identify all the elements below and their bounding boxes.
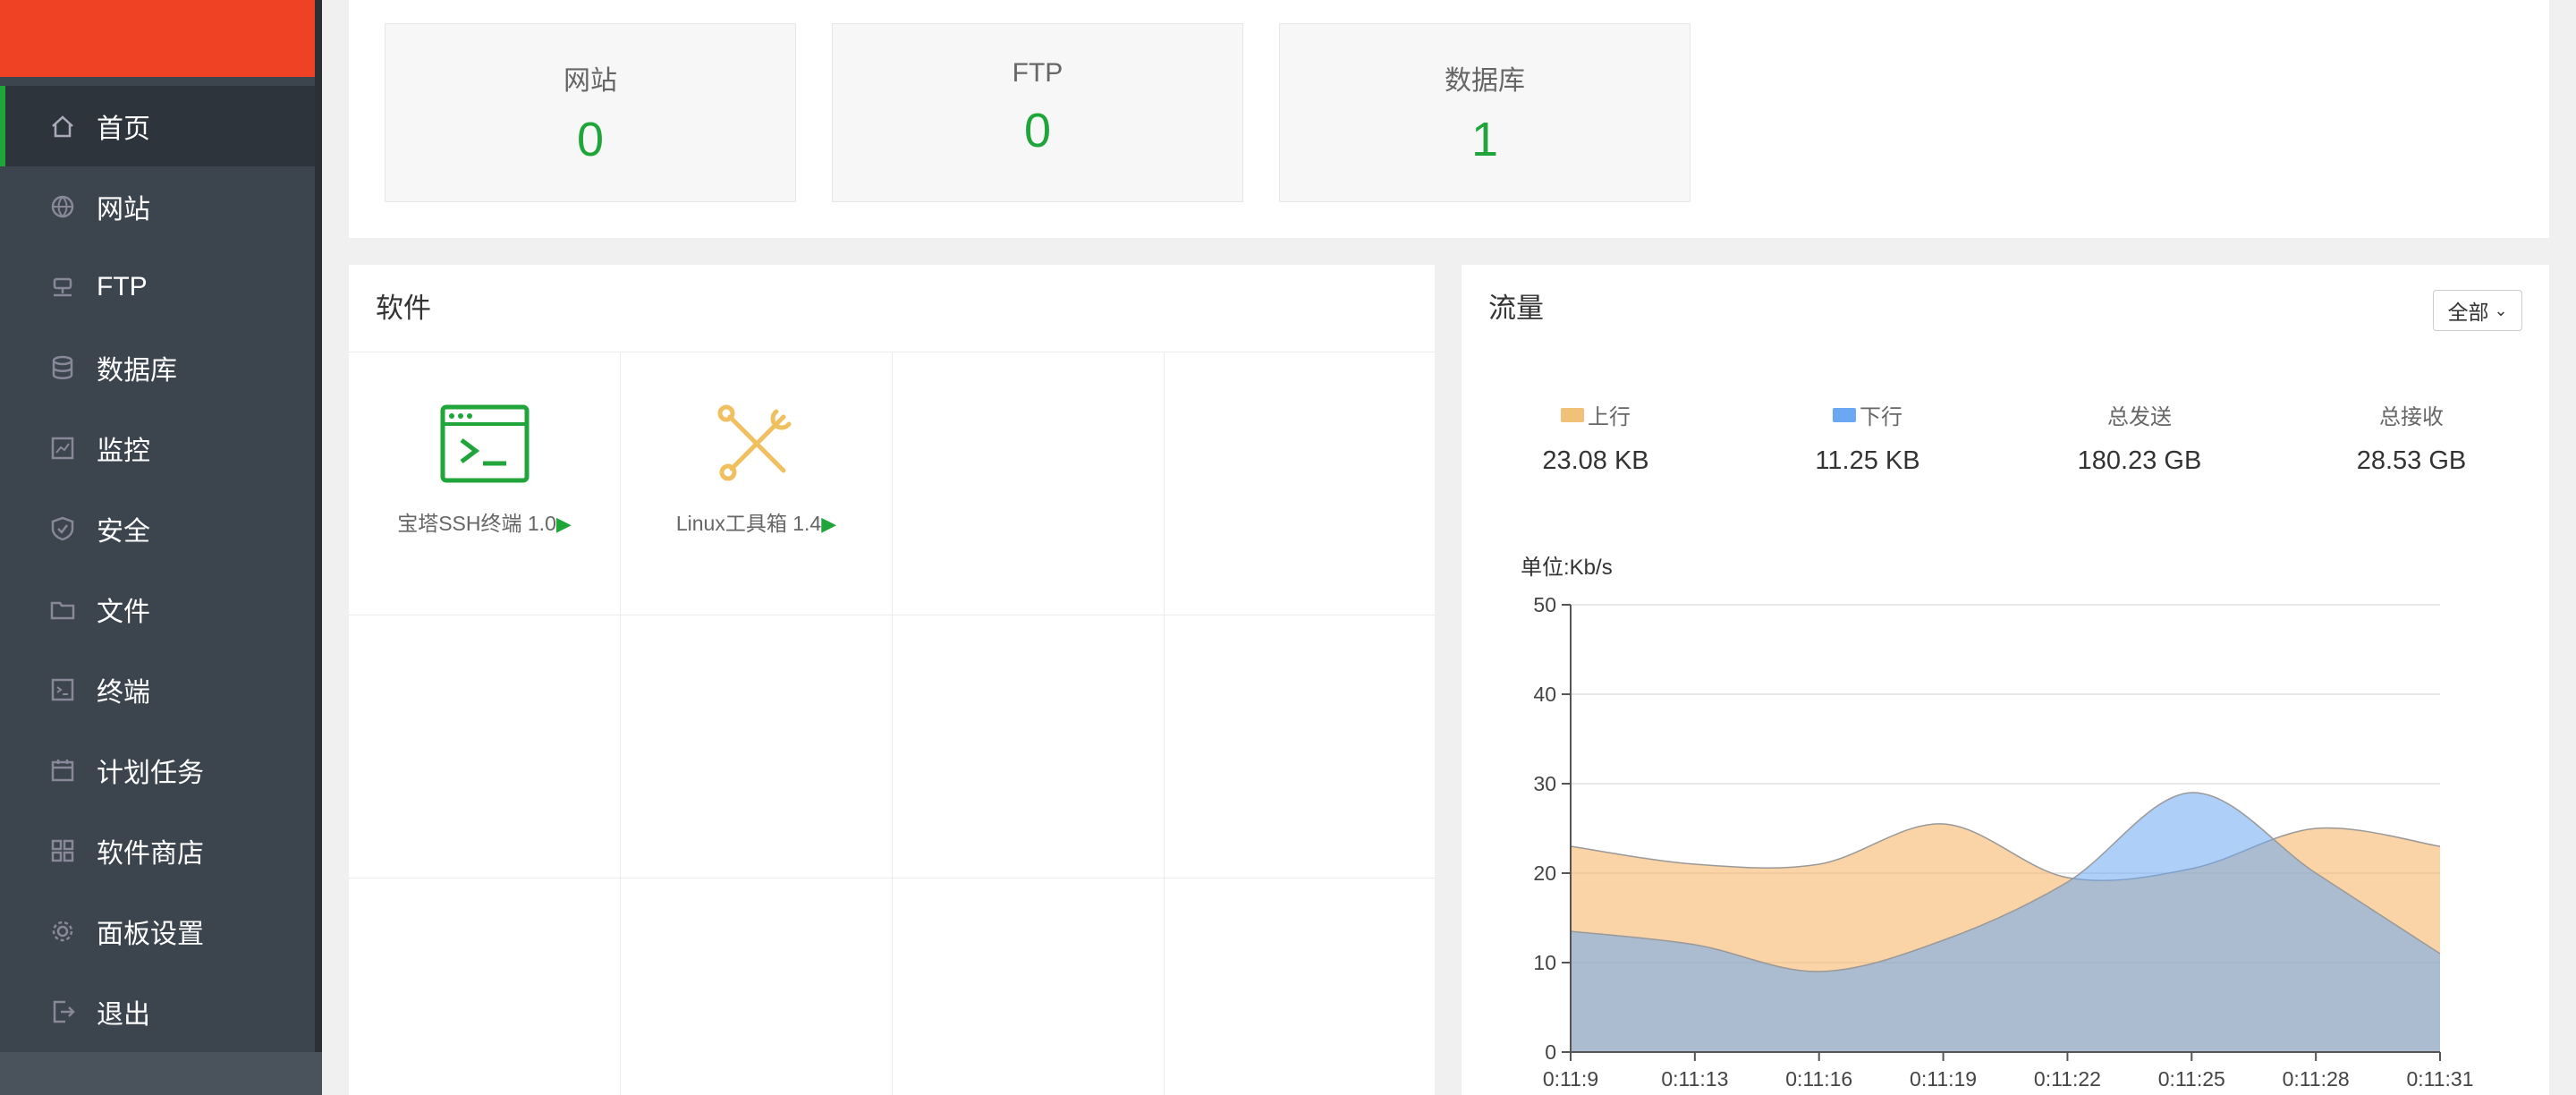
- x-tick-label: 0:11:13: [1661, 1067, 1728, 1091]
- sidebar: 首页网站 FTP 数据库监控安全文件终端计划任务软件商店面板设置退出: [0, 0, 322, 1095]
- stat-value: 1: [1470, 113, 1499, 166]
- x-tick-label: 0:11:31: [2406, 1067, 2473, 1091]
- apps-grid-icon: [47, 835, 79, 867]
- y-tick-label: 10: [1533, 951, 1556, 974]
- sidebar-item-label: 面板设置: [97, 920, 204, 949]
- sidebar-item-9[interactable]: 软件商店: [0, 811, 315, 891]
- terminal-icon: [47, 674, 79, 706]
- stat-card-websites[interactable]: 网站 0: [385, 23, 796, 202]
- stat-label: 数据库: [1445, 66, 1525, 96]
- sidebar-item-2[interactable]: FTP: [0, 247, 315, 327]
- sidebar-item-label: 终端: [97, 678, 150, 708]
- software-slot-empty: [1165, 879, 1435, 1095]
- software-name: Linux工具箱 1.4: [675, 512, 822, 535]
- play-icon[interactable]: ▶: [821, 513, 836, 535]
- sidebar-item-11[interactable]: 退出: [0, 972, 315, 1052]
- sidebar-item-label: 网站: [97, 195, 150, 225]
- sidebar-item-label: 退出: [97, 1000, 150, 1030]
- software-slot-empty: [893, 615, 1165, 879]
- software-slot-empty: [893, 352, 1165, 615]
- software-slot-empty: [1165, 615, 1435, 879]
- shield-icon: [47, 513, 79, 545]
- software-slot-empty: [621, 615, 893, 879]
- globe-icon: [47, 191, 79, 223]
- y-tick-label: 50: [1533, 593, 1556, 616]
- sidebar-item-label: 文件: [97, 598, 150, 627]
- software-item-label: 宝塔SSH终端 1.0▶: [349, 506, 620, 537]
- sidebar-item-8[interactable]: 计划任务: [0, 730, 315, 811]
- stat-card-database[interactable]: 数据库 1: [1279, 23, 1690, 202]
- x-tick-label: 0:11:16: [1785, 1067, 1852, 1091]
- sidebar-item-10[interactable]: 面板设置: [0, 891, 315, 972]
- stat-card-ftp[interactable]: FTP 0: [832, 23, 1243, 202]
- sidebar-divider: [315, 0, 322, 1095]
- y-tick-label: 30: [1533, 772, 1556, 795]
- sidebar-item-3[interactable]: 数据库: [0, 327, 315, 408]
- software-slot-empty: [349, 615, 621, 879]
- software-name: 宝塔SSH终端 1.0: [397, 512, 556, 535]
- home-icon: [47, 110, 79, 142]
- sidebar-item-6[interactable]: 文件: [0, 569, 315, 649]
- sidebar-item-label: 软件商店: [97, 839, 204, 869]
- sidebar-item-label: 安全: [97, 517, 150, 547]
- y-tick-label: 40: [1533, 683, 1556, 706]
- stat-value: 0: [1023, 104, 1052, 157]
- terminal-app-icon: [440, 404, 530, 483]
- tools-icon: [712, 404, 801, 483]
- software-slot-empty: [1165, 352, 1435, 615]
- x-tick-label: 0:11:9: [1543, 1067, 1598, 1091]
- software-slot-empty: [893, 879, 1165, 1095]
- software-item-ssh-terminal[interactable]: 宝塔SSH终端 1.0▶: [349, 352, 621, 615]
- monitor-icon: [47, 432, 79, 464]
- calendar-icon: [47, 754, 79, 786]
- sidebar-item-label: FTP: [97, 272, 148, 301]
- software-slot-empty: [349, 879, 621, 1095]
- sidebar-item-label: 数据库: [97, 356, 177, 386]
- x-tick-label: 0:11:28: [2283, 1067, 2350, 1091]
- y-tick-label: 0: [1545, 1040, 1556, 1064]
- sidebar-item-label: 监控: [97, 437, 150, 466]
- software-panel: 软件 宝塔SSH终端 1.0▶ Linux工具箱 1.4▶: [349, 265, 1435, 1095]
- y-axis-label: 单位:Kb/s: [1521, 556, 1613, 580]
- stat-label: FTP: [1012, 58, 1063, 88]
- sidebar-item-label: 计划任务: [97, 759, 204, 788]
- overview-panel: 网站 0 FTP 0 数据库 1: [349, 0, 2549, 238]
- software-title: 软件: [349, 265, 1435, 352]
- sidebar-item-5[interactable]: 安全: [0, 488, 315, 569]
- play-icon[interactable]: ▶: [556, 513, 572, 535]
- software-slot-empty: [621, 879, 893, 1095]
- gear-icon: [47, 915, 79, 947]
- folder-icon: [47, 593, 79, 625]
- software-item-linux-toolbox[interactable]: Linux工具箱 1.4▶: [621, 352, 893, 615]
- sidebar-item-0[interactable]: 首页: [0, 86, 315, 166]
- x-tick-label: 0:11:22: [2034, 1067, 2101, 1091]
- ftp-icon: [47, 271, 79, 303]
- logout-icon: [47, 996, 79, 1028]
- traffic-chart: 单位:Kb/s 0 10 20 30 40 50 0:11:9 0:11:13 0:11:16 0:…: [1521, 556, 2474, 1091]
- x-tick-label: 0:11:25: [2158, 1067, 2225, 1091]
- stat-label: 网站: [564, 66, 617, 96]
- sidebar-footer: [0, 1052, 322, 1095]
- stat-value: 0: [576, 113, 605, 166]
- software-item-label: Linux工具箱 1.4▶: [621, 506, 892, 537]
- sidebar-item-1[interactable]: 网站: [0, 166, 315, 247]
- x-tick-label: 0:11:19: [1910, 1067, 1977, 1091]
- sidebar-item-label: 首页: [97, 115, 150, 144]
- y-tick-label: 20: [1533, 862, 1556, 885]
- sidebar-item-7[interactable]: 终端: [0, 649, 315, 730]
- database-icon: [47, 352, 79, 384]
- sidebar-item-4[interactable]: 监控: [0, 408, 315, 488]
- logo-bar: [0, 0, 315, 77]
- sidebar-nav: 首页网站 FTP 数据库监控安全文件终端计划任务软件商店面板设置退出: [0, 86, 315, 1052]
